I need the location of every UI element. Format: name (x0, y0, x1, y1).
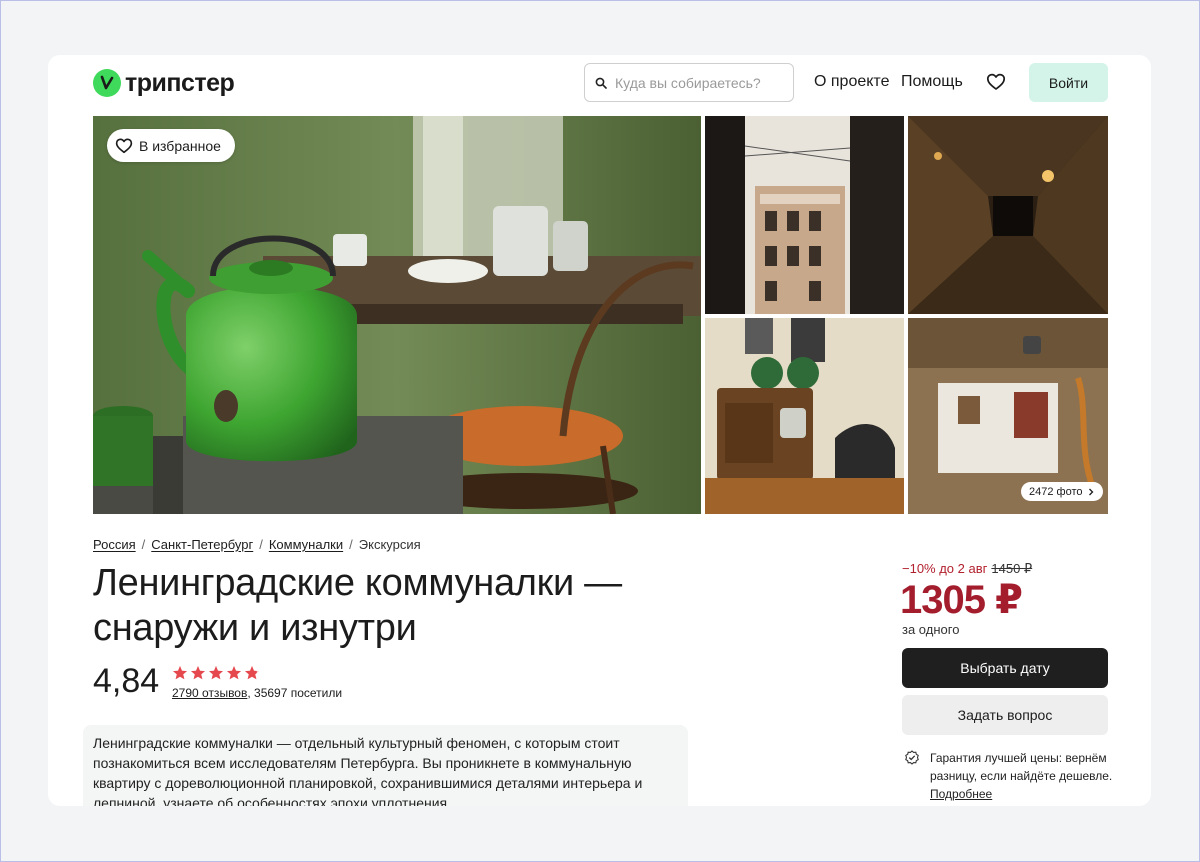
title-line-2: снаружи и изнутри (93, 607, 417, 649)
breadcrumb-separator: / (259, 537, 263, 552)
page-title: Ленинградские коммуналки — снаружи и изн… (93, 561, 733, 651)
rating-stars (172, 665, 262, 681)
nav-help-link[interactable]: Помощь (901, 73, 963, 91)
login-button[interactable]: Войти (1029, 63, 1108, 102)
logo-text: трипстер (125, 68, 235, 97)
photo-window-view[interactable] (705, 116, 904, 314)
visitors-count: , 35697 посетили (247, 686, 343, 700)
ask-question-button[interactable]: Задать вопрос (902, 695, 1108, 735)
title-line-1: Ленинградские коммуналки — (93, 562, 622, 604)
main-photo-kettle[interactable] (93, 116, 701, 514)
check-badge-icon (905, 750, 919, 765)
star-icon (191, 666, 205, 680)
choose-date-button[interactable]: Выбрать дату (902, 648, 1108, 688)
guarantee-more-link[interactable]: Подробнее (930, 787, 992, 801)
breadcrumb-russia[interactable]: Россия (93, 537, 136, 552)
tour-description: Ленинградские коммуналки — отдельный кул… (83, 725, 688, 806)
add-to-favorites-button[interactable]: В избранное (107, 129, 235, 162)
photo-count-badge[interactable]: 2472 фото (1021, 482, 1103, 501)
logo[interactable]: трипстер (93, 67, 235, 99)
heart-icon (115, 138, 133, 153)
discount-label: −10% до 2 авг (902, 561, 988, 576)
breadcrumb-spb[interactable]: Санкт-Петербург (151, 537, 253, 552)
current-price: 1305 ₽ (900, 578, 1023, 622)
photo-retro-tv[interactable] (705, 318, 904, 514)
favorites-label: В избранное (139, 137, 221, 154)
discount-info: −10% до 2 авг 1450 ₽ (902, 561, 1032, 577)
breadcrumb-separator: / (141, 537, 146, 552)
nav-about-link[interactable]: О проекте (814, 73, 889, 91)
guarantee-description: Гарантия лучшей цены: вернём разницу, ес… (930, 751, 1113, 783)
rating-value: 4,84 (93, 662, 160, 700)
star-icon (245, 666, 259, 680)
reviews-summary: 2790 отзывов, 35697 посетили (172, 686, 342, 700)
search-icon (595, 77, 607, 89)
breadcrumb-separator: / (349, 537, 353, 552)
old-price: 1450 ₽ (991, 561, 1033, 576)
star-icon (173, 666, 187, 680)
breadcrumb: Россия / Санкт-Петербург / Коммуналки / … (93, 537, 421, 552)
photo-count-label: 2472 фото (1029, 485, 1083, 498)
search-box[interactable] (584, 63, 794, 102)
price-guarantee: Гарантия лучшей цены: вернём разницу, ес… (904, 749, 1114, 803)
reviews-link[interactable]: 2790 отзывов (172, 686, 247, 700)
chevron-right-icon (1088, 488, 1093, 495)
logo-mark-icon (93, 69, 121, 97)
favorites-heart-icon[interactable] (986, 72, 1006, 92)
page-card: трипстер О проекте Помощь Войти (48, 55, 1151, 806)
search-input[interactable] (615, 74, 785, 91)
breadcrumb-current: Экскурсия (358, 537, 421, 552)
photo-corridor[interactable] (908, 116, 1108, 314)
star-icon (209, 666, 223, 680)
breadcrumb-kommunalki[interactable]: Коммуналки (269, 537, 343, 552)
star-icon (227, 666, 241, 680)
guarantee-text: Гарантия лучшей цены: вернём разницу, ес… (930, 749, 1114, 803)
price-unit: за одного (902, 622, 960, 637)
